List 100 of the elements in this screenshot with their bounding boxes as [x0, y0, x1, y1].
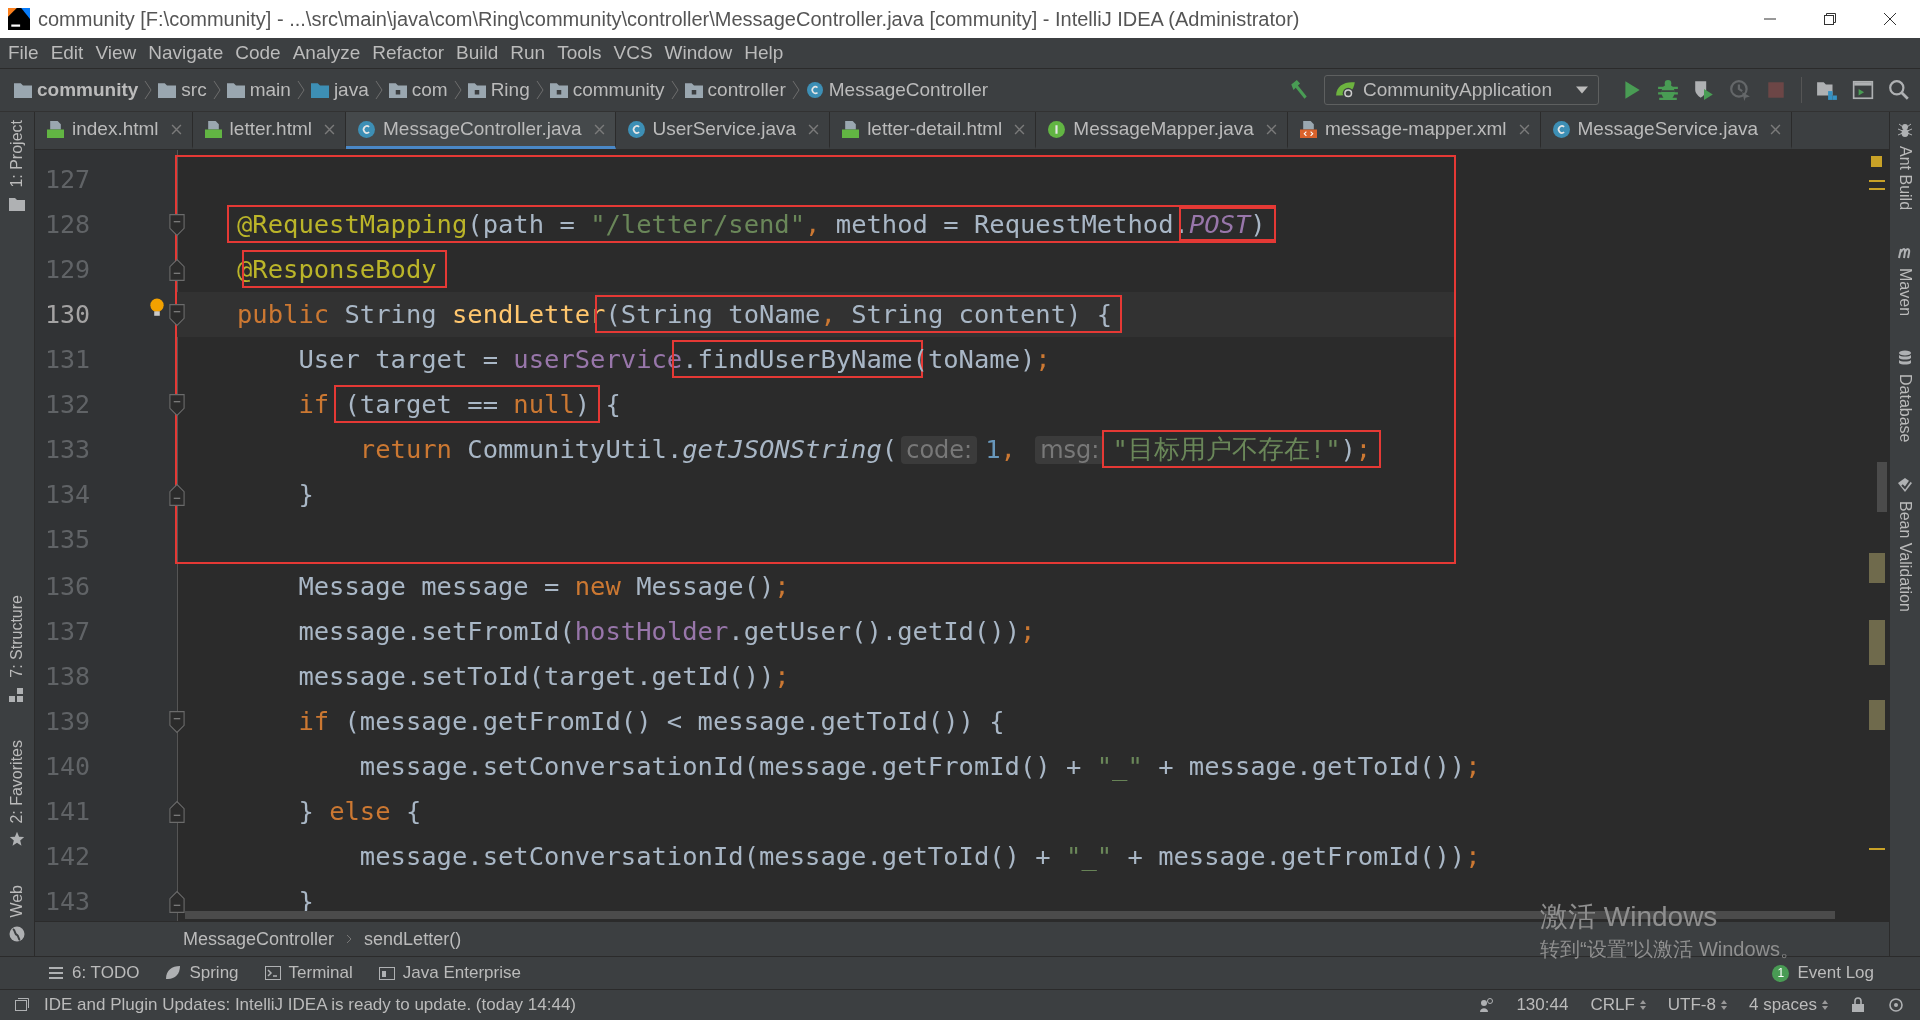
breadcrumb-item[interactable]: community — [549, 79, 665, 101]
web-tool-button[interactable]: Web — [0, 877, 34, 950]
fold-marker-icon[interactable] — [168, 483, 186, 507]
class-icon — [805, 82, 824, 98]
code-text: return — [358, 434, 453, 464]
terminal-icon — [264, 965, 281, 981]
fold-marker-icon[interactable] — [168, 800, 186, 824]
chevron-icon — [670, 79, 679, 101]
search-icon[interactable] — [1888, 79, 1910, 101]
editor-tab[interactable]: message-mapper.xml — [1287, 112, 1541, 149]
breadcrumb-item[interactable]: java — [310, 79, 369, 101]
editor-tab[interactable]: MessageController.java — [346, 112, 616, 149]
fold-marker-icon[interactable] — [168, 303, 186, 327]
code-line: message.setFromId(hostHolder.getUser().getId()); — [297, 615, 1036, 648]
tool-window-button[interactable]: Terminal — [264, 963, 353, 983]
breadcrumb-item[interactable]: Ring — [467, 79, 530, 101]
editor-tab[interactable]: MessageMapper.java — [1036, 112, 1288, 149]
chevron-icon — [374, 79, 383, 101]
code-text: @RequestMapping — [237, 209, 468, 239]
project-tool-button[interactable]: 1: Project — [0, 112, 34, 220]
folder-icon — [467, 82, 486, 98]
menu-item[interactable]: Navigate — [142, 42, 230, 64]
chevron-icon — [535, 79, 544, 101]
code-text: public — [237, 299, 331, 329]
structure-tool-button[interactable]: 7: Structure — [0, 587, 34, 710]
folder-icon — [14, 82, 32, 98]
code-text: String — [344, 299, 438, 329]
breadcrumb-item[interactable]: src — [158, 79, 207, 101]
code-text: ; — [1035, 344, 1051, 374]
editor-tab[interactable]: index.html — [35, 112, 193, 149]
menu-item[interactable]: Refactor — [366, 42, 451, 64]
breadcrumb-item[interactable]: community — [14, 79, 139, 101]
menu-item[interactable]: Tools — [551, 42, 608, 64]
shield-run-icon[interactable] — [1693, 79, 1715, 101]
menu-item[interactable]: Run — [504, 42, 552, 64]
scrollbar-thumb[interactable] — [1877, 462, 1887, 512]
inspector-icon[interactable] — [1478, 997, 1495, 1013]
editor-tab[interactable]: UserService.java — [615, 112, 831, 149]
encoding-selector[interactable]: UTF-8 — [1667, 995, 1727, 1015]
run-configuration-dropdown[interactable]: CommunityApplication — [1323, 75, 1599, 105]
menu-item[interactable]: Code — [229, 42, 287, 64]
breadcrumb-item[interactable]: main — [226, 79, 291, 101]
menu-item[interactable]: File — [2, 42, 45, 64]
lock-icon[interactable] — [1850, 997, 1866, 1013]
restore-icon[interactable] — [1822, 11, 1838, 27]
tool-window-button[interactable]: 6: TODO — [48, 963, 140, 983]
fold-marker-icon[interactable] — [168, 258, 186, 282]
caret-position[interactable]: 130:44 — [1516, 995, 1569, 1015]
line-separator-selector[interactable]: CRLF — [1590, 995, 1646, 1015]
code-text: getJSONString — [682, 434, 882, 464]
code-line: message.setConversationId(message.getFromId() + "_" + message.getToId()); — [358, 750, 1481, 783]
square-icon[interactable] — [14, 997, 30, 1013]
fold-marker-icon[interactable] — [168, 710, 186, 734]
ant-build-tool-button[interactable]: Ant Build — [1890, 114, 1920, 219]
highlight-box: (target == null) — [334, 385, 601, 423]
code-text: CommunityUtil. — [467, 434, 683, 464]
activation-notice-title: 激活 Windows — [1540, 900, 1719, 934]
menu-item[interactable]: Help — [738, 42, 790, 64]
indent-selector[interactable]: 4 spaces — [1748, 995, 1828, 1015]
breadcrumb-item[interactable]: MessageController — [183, 928, 335, 950]
chevron-icon — [346, 934, 353, 944]
bean-validation-tool-button[interactable]: Bean Validation — [1890, 468, 1920, 620]
tool-window-button[interactable]: Java Enterprise — [378, 963, 521, 983]
editor-tab[interactable]: MessageService.java — [1540, 112, 1793, 149]
code-text: (path = — [467, 209, 576, 239]
bug-icon[interactable] — [1657, 79, 1679, 101]
fold-marker-icon[interactable] — [168, 393, 186, 417]
notification-count-badge: 1 — [1772, 964, 1790, 982]
chevron-icon — [212, 79, 221, 101]
maven-tool-button[interactable]: Maven — [1890, 236, 1920, 325]
updown-icon — [1639, 1000, 1646, 1010]
breadcrumb-item[interactable]: sendLetter() — [364, 928, 462, 950]
database-tool-button[interactable]: Database — [1890, 342, 1920, 451]
breadcrumb-item[interactable]: controller — [684, 79, 786, 101]
menu-item[interactable]: View — [89, 42, 143, 64]
editor-tab[interactable]: letter-detail.html — [830, 112, 1037, 149]
spring-leaf-icon — [1334, 79, 1357, 101]
close-icon[interactable] — [1882, 11, 1898, 27]
menu-item[interactable]: Edit — [44, 42, 90, 64]
lightbulb-icon[interactable] — [149, 298, 165, 318]
breadcrumb-item[interactable]: com — [388, 79, 448, 101]
code-line: } — [297, 478, 314, 511]
editor-tab[interactable]: letter.html — [192, 112, 346, 149]
favorites-tool-button[interactable]: 2: Favorites — [0, 731, 34, 856]
status-message[interactable]: IDE and Plugin Updates: IntelliJ IDEA is ready to update. (today 14:44) — [44, 995, 577, 1015]
menu-item[interactable]: Analyze — [286, 42, 367, 64]
window-layout-icon[interactable] — [1852, 79, 1874, 101]
menu-item[interactable]: Window — [658, 42, 739, 64]
event-log-button[interactable]: 1 Event Log — [1772, 963, 1920, 983]
menu-item[interactable]: Build — [450, 42, 505, 64]
chevron-icon — [791, 79, 800, 101]
folder-icon — [388, 82, 407, 98]
fold-marker-icon[interactable] — [168, 890, 186, 914]
project-structure-icon[interactable] — [1816, 79, 1838, 101]
menu-item[interactable]: VCS — [607, 42, 659, 64]
breadcrumb-item[interactable]: MessageController — [805, 79, 989, 101]
folder-icon — [158, 82, 177, 98]
fold-marker-icon[interactable] — [168, 213, 186, 237]
globe-icon — [9, 926, 25, 942]
tool-window-button[interactable]: Spring — [165, 963, 239, 983]
